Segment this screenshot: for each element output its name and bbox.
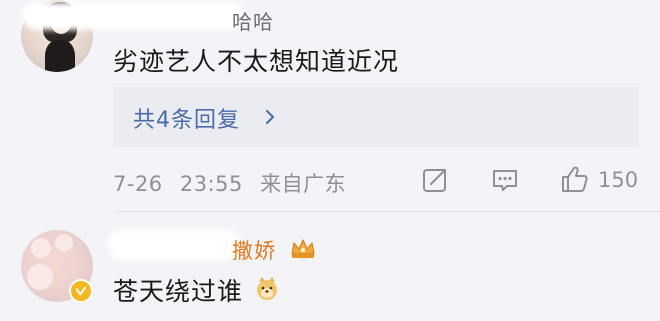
like-count: 150 [598,168,639,192]
comment-text: 劣迹艺人不太想知道近况 [113,47,400,76]
replies-button[interactable]: 共4条回复 [113,87,639,147]
comment-text: 苍天绕过谁 [113,277,244,306]
comment-meta: 7-26 23:55 来自广东 [113,168,346,198]
comment-source: 来自广东 [260,172,347,196]
comment-date: 7-26 [113,172,163,196]
like-icon[interactable] [560,164,590,194]
comment-time: 23:55 [179,172,243,196]
username-redaction [22,2,244,30]
share-icon[interactable] [421,166,449,194]
verified-icon [69,279,93,303]
comments-feed: 哈哈 劣迹艺人不太想知道近况 共4条回复 7-26 23:55 来自广东 150 [0,0,660,321]
divider [113,211,660,212]
username[interactable]: 撒娇 [232,235,276,265]
username[interactable]: 哈哈 [232,6,274,35]
replies-label: 共4条回复 [133,108,240,133]
comment-icon[interactable] [491,166,519,194]
chevron-right-icon [266,110,274,124]
dog-emoji-icon [257,277,277,300]
username-redaction [108,230,240,260]
crown-badge-icon [291,239,315,258]
